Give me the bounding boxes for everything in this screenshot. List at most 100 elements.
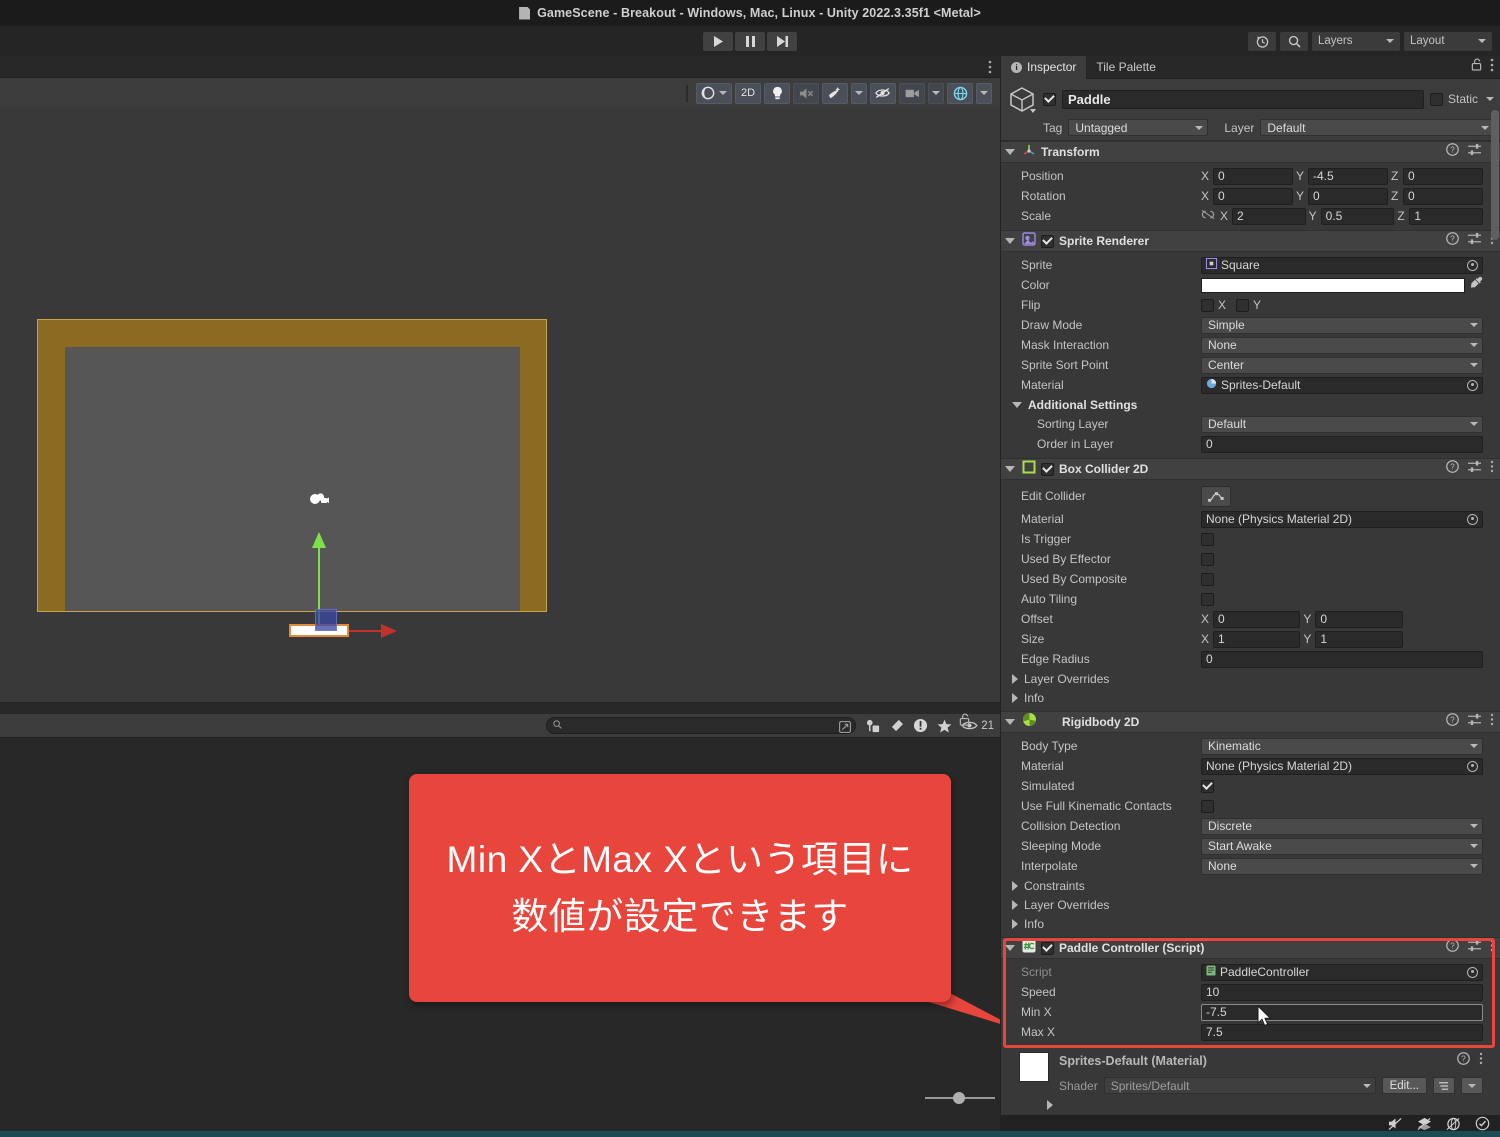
rotation-x-input[interactable]: 0	[1213, 187, 1293, 205]
collider-size-y-input[interactable]: 1	[1315, 630, 1403, 648]
scene-fx-toggle[interactable]	[822, 82, 848, 104]
game-view-search-input[interactable]	[546, 717, 857, 734]
scene-lighting-toggle[interactable]	[764, 82, 790, 104]
constraints-foldout[interactable]: Constraints	[1001, 876, 1500, 895]
more-options-icon[interactable]	[1490, 939, 1494, 957]
sprite-renderer-enabled-checkbox[interactable]	[1041, 234, 1054, 248]
position-z-input[interactable]: 0	[1403, 167, 1483, 185]
use-full-kinematic-contacts-checkbox[interactable]	[1201, 799, 1214, 813]
scene-shading-mode-button[interactable]	[696, 82, 732, 104]
position-x-input[interactable]: 0	[1213, 167, 1293, 185]
help-icon[interactable]: ?	[1446, 939, 1459, 957]
component-header-box-collider-2d[interactable]: Box Collider 2D ?	[1001, 458, 1500, 480]
rb-material-object-field[interactable]: None (Physics Material 2D)	[1201, 757, 1483, 775]
component-header-rigidbody-2d[interactable]: Rigidbody 2D ?	[1001, 711, 1500, 733]
lock-open-icon[interactable]	[1471, 58, 1482, 76]
more-options-icon[interactable]	[1479, 1052, 1483, 1070]
chevron-down-icon[interactable]	[1005, 945, 1015, 951]
layer-dropdown[interactable]: Default	[1260, 119, 1494, 136]
paddle-controller-enabled-checkbox[interactable]	[1041, 941, 1054, 955]
box-collider-enabled-checkbox[interactable]	[1041, 462, 1054, 476]
scene-camera-dropdown[interactable]	[928, 82, 944, 104]
shader-dropdown[interactable]: Sprites/Default	[1103, 1077, 1376, 1094]
scale-z-input[interactable]: 1	[1409, 207, 1484, 225]
edit-collider-button[interactable]	[1201, 485, 1231, 507]
scene-2d-toggle[interactable]: 2D	[735, 82, 761, 104]
chevron-right-icon[interactable]	[1047, 1100, 1053, 1110]
interpolate-dropdown[interactable]: None	[1201, 857, 1483, 875]
sorting-layer-dropdown[interactable]: Default	[1201, 415, 1483, 433]
play-button[interactable]	[703, 31, 733, 51]
script-object-field[interactable]: PaddleController	[1201, 963, 1483, 981]
collision-detection-dropdown[interactable]: Discrete	[1201, 817, 1483, 835]
rotation-z-input[interactable]: 0	[1403, 187, 1483, 205]
scene-hidden-objects-toggle[interactable]	[870, 82, 896, 104]
tab-inspector[interactable]: i Inspector	[1001, 55, 1087, 79]
object-picker-icon[interactable]	[1467, 513, 1478, 525]
edit-shader-button[interactable]: Edit...	[1381, 1077, 1427, 1094]
link-broken-icon[interactable]	[1201, 207, 1215, 225]
grid-snap-icon[interactable]	[866, 719, 881, 733]
object-picker-icon[interactable]	[1467, 966, 1478, 978]
component-header-sprite-renderer[interactable]: Sprite Renderer ?	[1001, 230, 1500, 252]
chevron-down-icon[interactable]	[1005, 149, 1015, 155]
order-in-layer-input[interactable]: 0	[1201, 435, 1483, 453]
draw-mode-dropdown[interactable]: Simple	[1201, 316, 1483, 334]
chevron-down-icon[interactable]	[1005, 719, 1015, 725]
shader-menu-icon[interactable]	[1433, 1077, 1455, 1094]
layers-dropdown[interactable]: Layers	[1312, 31, 1400, 51]
more-options-icon[interactable]	[1490, 713, 1494, 731]
zoom-slider[interactable]	[925, 1091, 995, 1105]
layout-dropdown[interactable]: Layout	[1404, 31, 1492, 51]
preset-icon[interactable]	[1468, 713, 1481, 731]
min-x-input[interactable]: -7.5	[1201, 1003, 1483, 1021]
help-icon[interactable]: ?	[1446, 143, 1459, 161]
more-options-icon[interactable]	[1490, 58, 1494, 77]
component-header-transform[interactable]: Transform ?	[1001, 141, 1500, 163]
max-x-input[interactable]: 7.5	[1201, 1023, 1483, 1041]
help-icon[interactable]: ?	[1446, 460, 1459, 478]
chevron-down-icon[interactable]	[1486, 97, 1494, 101]
more-options-icon[interactable]	[988, 60, 992, 79]
additional-settings-foldout[interactable]: Additional Settings	[1001, 395, 1500, 414]
object-picker-icon[interactable]	[1467, 259, 1478, 271]
mask-interaction-dropdown[interactable]: None	[1201, 336, 1483, 354]
position-y-input[interactable]: -4.5	[1308, 167, 1388, 185]
info-icon[interactable]	[913, 718, 928, 733]
preset-icon[interactable]	[1468, 460, 1481, 478]
scene-canvas[interactable]	[0, 108, 1000, 702]
panel-lock-icon[interactable]	[959, 713, 970, 731]
static-checkbox[interactable]	[1429, 92, 1443, 106]
gameobject-name-input[interactable]: Paddle	[1062, 89, 1424, 109]
rb-layer-overrides-foldout[interactable]: Layer Overrides	[1001, 895, 1500, 914]
shader-extra-dropdown[interactable]	[1461, 1077, 1483, 1094]
help-icon[interactable]: ?	[1446, 232, 1459, 250]
more-options-icon[interactable]	[1490, 460, 1494, 478]
favorite-star-icon[interactable]	[937, 718, 952, 733]
inspector-scrollbar-thumb[interactable]	[1491, 110, 1499, 240]
bc-info-foldout[interactable]: Info	[1001, 688, 1500, 707]
object-picker-icon[interactable]	[1467, 379, 1478, 391]
simulated-checkbox[interactable]	[1201, 779, 1214, 793]
auto-tiling-checkbox[interactable]	[1201, 592, 1214, 606]
scale-y-input[interactable]: 0.5	[1320, 207, 1395, 225]
help-icon[interactable]: ?	[1457, 1052, 1470, 1070]
edge-radius-input[interactable]: 0	[1201, 650, 1483, 668]
collider-offset-y-input[interactable]: 0	[1315, 610, 1403, 628]
body-type-dropdown[interactable]: Kinematic	[1201, 737, 1483, 755]
pause-button[interactable]	[735, 31, 765, 51]
scene-gizmos-toggle[interactable]	[947, 82, 973, 104]
scene-audio-toggle[interactable]	[793, 82, 819, 104]
gizmo-eraser-icon[interactable]	[890, 719, 904, 732]
eyedropper-icon[interactable]	[1470, 276, 1483, 294]
tag-dropdown[interactable]: Untagged	[1068, 119, 1209, 136]
preset-icon[interactable]	[1468, 939, 1481, 957]
is-trigger-checkbox[interactable]	[1201, 532, 1214, 546]
scene-camera-button[interactable]	[899, 82, 925, 104]
preset-icon[interactable]	[1468, 232, 1481, 250]
search-expand-icon[interactable]	[839, 720, 852, 738]
tab-tile-palette[interactable]: Tile Palette	[1086, 56, 1166, 79]
chevron-down-icon[interactable]	[1005, 466, 1015, 472]
move-gizmo-x-arrow[interactable]	[381, 624, 397, 638]
scale-x-input[interactable]: 2	[1232, 207, 1306, 225]
